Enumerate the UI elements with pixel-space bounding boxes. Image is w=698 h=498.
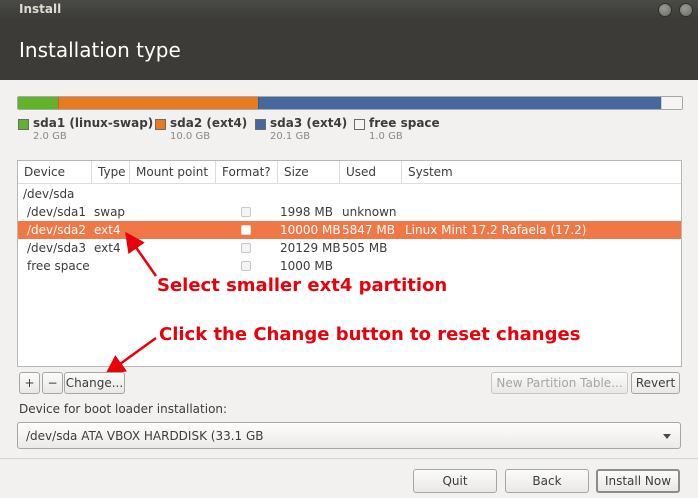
legend-swatch	[255, 119, 266, 130]
column-header-system[interactable]: System	[402, 161, 681, 183]
table-row[interactable]: /dev/sda1 swap 1998 MB unknown	[18, 203, 681, 221]
partition-usage-bar	[17, 96, 683, 110]
cell-device: /dev/sda	[23, 187, 75, 201]
change-button[interactable]: Change...	[64, 372, 125, 394]
table-row[interactable]: /dev/sda3 ext4 20129 MB 505 MB	[18, 239, 681, 257]
column-header-type[interactable]: Type	[92, 161, 130, 183]
legend-label: sda2 (ext4)	[170, 116, 248, 130]
window-maximize-icon[interactable]	[679, 3, 693, 17]
bootloader-device-select[interactable]: /dev/sda ATA VBOX HARDDISK (33.1 GB	[17, 422, 681, 449]
column-header-mount-point[interactable]: Mount point	[130, 161, 216, 183]
bootloader-selected-value: /dev/sda ATA VBOX HARDDISK (33.1 GB	[26, 429, 264, 443]
cell-size: 1000 MB	[280, 259, 333, 273]
add-partition-button[interactable]: +	[19, 372, 40, 394]
window-title: Install	[19, 2, 62, 16]
table-row-selected[interactable]: /dev/sda2 ext4 10000 MB 5847 MB Linux Mi…	[18, 221, 681, 239]
remove-partition-button[interactable]: −	[42, 372, 63, 394]
column-header-size[interactable]: Size	[278, 161, 340, 183]
format-checkbox[interactable]	[241, 243, 251, 253]
legend-swatch	[18, 119, 29, 130]
table-row[interactable]: /dev/sda	[18, 185, 681, 203]
cell-device: free space	[27, 259, 90, 273]
legend-label: sda1 (linux-swap)	[33, 116, 154, 130]
legend-label: free space	[369, 116, 440, 130]
back-button[interactable]: Back	[505, 469, 589, 493]
format-checkbox[interactable]	[241, 225, 251, 235]
legend-size: 20.1 GB	[270, 131, 311, 142]
cell-size: 20129 MB	[280, 241, 341, 255]
annotation-select-partition: Select smaller ext4 partition	[157, 275, 448, 296]
cell-device: /dev/sda3	[27, 241, 87, 255]
bootloader-label: Device for boot loader installation:	[19, 402, 228, 416]
footer-separator	[0, 458, 698, 459]
format-checkbox[interactable]	[241, 207, 251, 217]
column-header-device[interactable]: Device	[18, 161, 92, 183]
cell-type: ext4	[94, 223, 121, 237]
legend-size: 10.0 GB	[170, 131, 211, 142]
cell-system: Linux Mint 17.2 Rafaela (17.2)	[405, 223, 587, 237]
cell-type: ext4	[94, 241, 121, 255]
window-close-icon[interactable]	[658, 3, 672, 17]
cell-used: unknown	[342, 205, 397, 219]
legend-size: 2.0 GB	[33, 131, 67, 142]
revert-button[interactable]: Revert	[631, 372, 680, 394]
column-header-format[interactable]: Format?	[216, 161, 278, 183]
partition-bar-segment	[57, 97, 259, 109]
format-checkbox[interactable]	[241, 261, 251, 271]
cell-used: 505 MB	[342, 241, 388, 255]
partition-bar-segment	[18, 97, 58, 109]
partition-bar-segment	[661, 97, 682, 109]
cell-device: /dev/sda1	[27, 205, 87, 219]
cell-size: 10000 MB	[280, 223, 341, 237]
page-header: Installation type	[0, 19, 698, 80]
quit-button[interactable]: Quit	[413, 469, 497, 493]
minus-icon: −	[47, 376, 58, 390]
legend-size: 1.0 GB	[369, 131, 403, 142]
legend-swatch	[155, 119, 166, 130]
partition-legend: sda1 (linux-swap) 2.0 GB sda2 (ext4) 10.…	[18, 116, 678, 144]
legend-label: sda3 (ext4)	[270, 116, 348, 130]
legend-swatch	[354, 119, 365, 130]
new-partition-table-button[interactable]: New Partition Table...	[491, 372, 628, 394]
chevron-down-icon	[663, 434, 671, 439]
column-header-used[interactable]: Used	[340, 161, 402, 183]
table-row[interactable]: free space 1000 MB	[18, 257, 681, 275]
install-now-button[interactable]: Install Now	[596, 469, 680, 493]
window-titlebar: Install	[0, 0, 698, 19]
plus-icon: +	[24, 376, 35, 390]
annotation-change-button: Click the Change button to reset changes	[159, 324, 581, 345]
page-title: Installation type	[19, 38, 181, 62]
cell-size: 1998 MB	[280, 205, 333, 219]
cell-used: 5847 MB	[342, 223, 395, 237]
table-header: Device Type Mount point Format? Size Use…	[18, 161, 681, 184]
cell-type: swap	[94, 205, 126, 219]
partition-bar-segment	[258, 97, 662, 109]
cell-device: /dev/sda2	[27, 223, 87, 237]
